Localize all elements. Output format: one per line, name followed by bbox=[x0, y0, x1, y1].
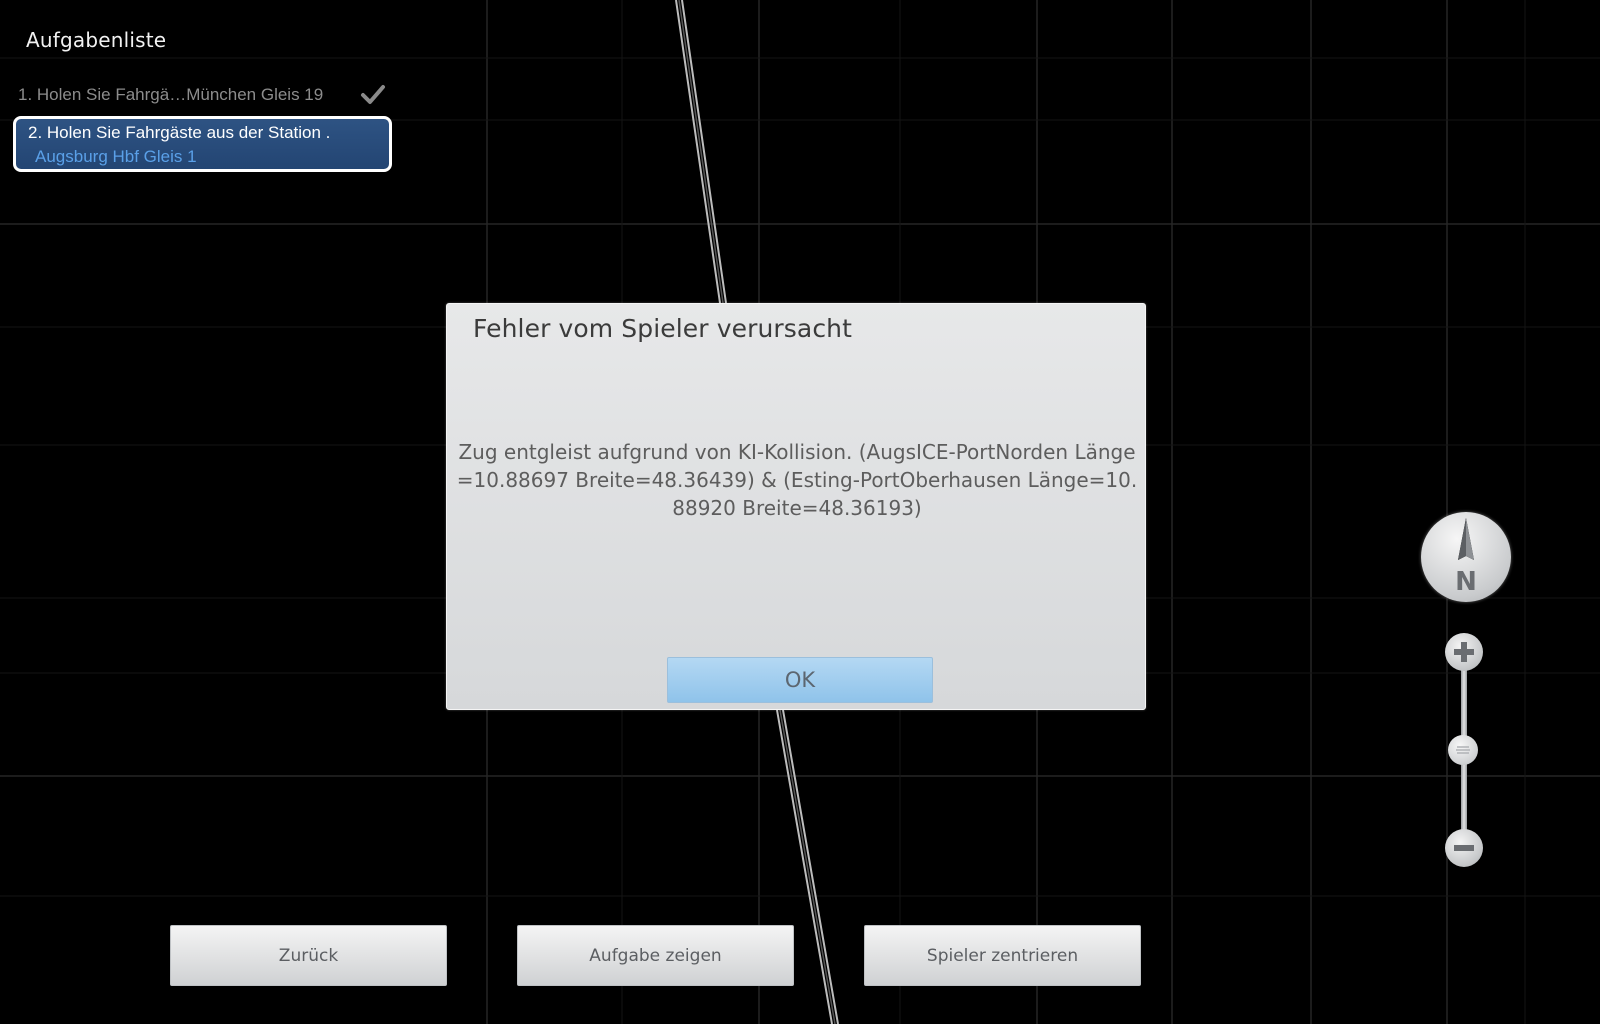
zoom-out-icon bbox=[1454, 845, 1474, 851]
zoom-in-icon bbox=[1454, 642, 1474, 662]
compass-icon: N bbox=[1455, 518, 1477, 597]
checkmark-icon bbox=[361, 85, 385, 104]
zoom-out-button[interactable] bbox=[1445, 829, 1483, 867]
game-screen: Aufgabenliste 1. Holen Sie Fahrgä…Münche… bbox=[0, 0, 1600, 1024]
compass-button[interactable]: N bbox=[1421, 512, 1511, 602]
task-item-completed[interactable]: 1. Holen Sie Fahrgä…München Gleis 19 bbox=[18, 82, 390, 108]
compass-label: N bbox=[1455, 567, 1477, 597]
task-item-label: 2. Holen Sie Fahrgäste aus der Station . bbox=[28, 123, 331, 142]
task-item-active[interactable]: 2. Holen Sie Fahrgäste aus der Station .… bbox=[13, 116, 392, 172]
grip-icon bbox=[1456, 746, 1470, 754]
task-item-location: Augsburg Hbf Gleis 1 bbox=[35, 147, 197, 166]
show-task-button[interactable]: Aufgabe zeigen bbox=[517, 925, 794, 986]
dialog-title: Fehler vom Spieler verursacht bbox=[473, 314, 853, 343]
zoom-in-button[interactable] bbox=[1445, 633, 1483, 671]
error-dialog: Fehler vom Spieler verursacht Zug entgle… bbox=[446, 303, 1146, 710]
zoom-slider-handle[interactable] bbox=[1448, 735, 1478, 765]
ok-button[interactable]: OK bbox=[667, 657, 933, 703]
center-player-button[interactable]: Spieler zentrieren bbox=[864, 925, 1141, 986]
back-button[interactable]: Zurück bbox=[170, 925, 447, 986]
dialog-message: Zug entgleist aufgrund von KI-Kollision.… bbox=[456, 440, 1138, 520]
task-item-label: 1. Holen Sie Fahrgä…München Gleis 19 bbox=[18, 85, 324, 104]
task-list-title: Aufgabenliste bbox=[26, 28, 167, 52]
